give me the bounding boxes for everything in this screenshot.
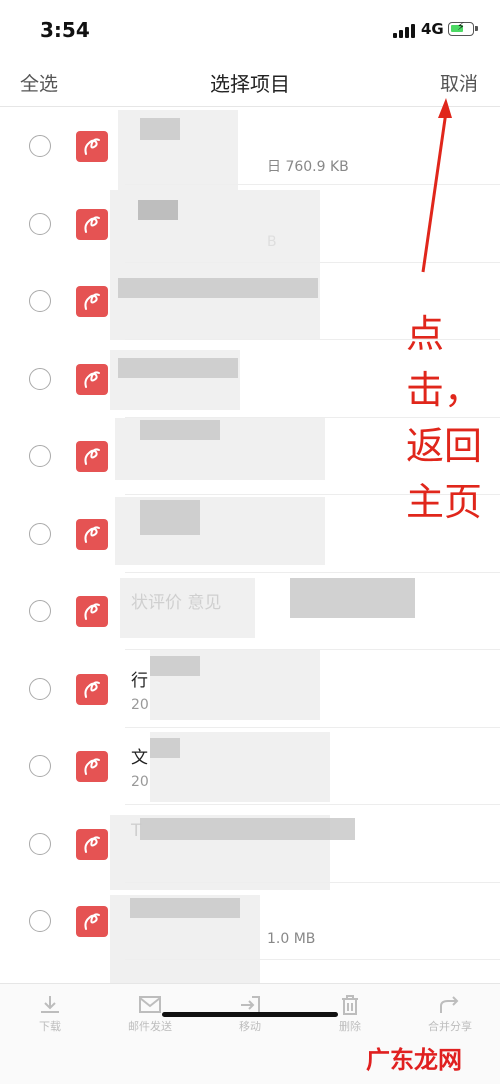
annotation-arrow <box>421 98 452 273</box>
watermark-logo: 广东龙网 <box>366 1046 462 1074</box>
annotation-text-3: 返回 <box>406 424 483 468</box>
delete-label: 删除 <box>339 1020 361 1033</box>
download-button[interactable]: 下载 <box>5 984 95 1044</box>
mail-icon <box>139 996 161 1013</box>
share-icon <box>440 996 459 1013</box>
move-label: 移动 <box>239 1020 261 1033</box>
email-label: 邮件发送 <box>128 1020 172 1033</box>
download-icon <box>41 996 59 1013</box>
download-label: 下载 <box>39 1020 61 1033</box>
annotation-text-2: 击， <box>406 368 483 412</box>
merge-share-label: 合并分享 <box>428 1020 472 1033</box>
merge-share-button[interactable]: 合并分享 <box>405 984 495 1044</box>
trash-icon <box>342 995 358 1015</box>
annotation-text-1: 点 <box>406 312 445 356</box>
annotation-text-4: 主页 <box>406 480 483 524</box>
home-indicator[interactable] <box>162 1012 338 1017</box>
